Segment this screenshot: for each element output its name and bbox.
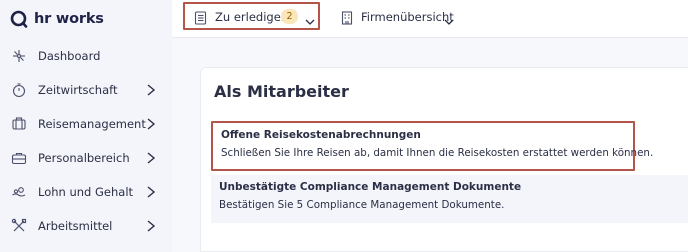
task-description: Schließen Sie Ihre Reisen ab, damit Ihne… bbox=[221, 147, 654, 159]
stopwatch-icon bbox=[11, 82, 27, 98]
company-overview-label: Firmenübersicht bbox=[361, 10, 454, 24]
sidebar-item-reisemanagement[interactable]: Reisemanagement bbox=[0, 107, 172, 141]
company-overview-button[interactable]: Firmenübersicht bbox=[339, 2, 469, 30]
top-bar: Zu erledigen 2 Firmenübersicht bbox=[172, 0, 688, 38]
sidebar-item-label: Personalbereich bbox=[38, 151, 130, 165]
task-item-travel-expenses[interactable]: Offene Reisekostenabrechnungen Schließen… bbox=[211, 121, 653, 171]
sidebar-item-label: Arbeitsmittel bbox=[38, 219, 113, 233]
chevron-down-icon bbox=[305, 12, 315, 25]
sidebar: hr works Dashboard Zeitwirtschaft Reisem… bbox=[0, 0, 172, 252]
task-title: Unbestätigte Compliance Management Dokum… bbox=[219, 181, 522, 193]
dashboard-icon bbox=[11, 48, 27, 64]
sidebar-item-label: Dashboard bbox=[38, 49, 101, 63]
briefcase-icon bbox=[11, 150, 27, 166]
task-title: Offene Reisekostenabrechnungen bbox=[221, 129, 421, 141]
tools-icon bbox=[11, 218, 27, 234]
chevron-right-icon bbox=[145, 151, 157, 165]
chevron-right-icon bbox=[145, 219, 157, 233]
money-icon bbox=[11, 184, 27, 200]
checklist-icon bbox=[194, 10, 207, 25]
sidebar-item-dashboard[interactable]: Dashboard bbox=[0, 39, 172, 73]
todo-label: Zu erledigen bbox=[215, 10, 289, 24]
sidebar-item-zeitwirtschaft[interactable]: Zeitwirtschaft bbox=[0, 73, 172, 107]
sidebar-item-lohn-und-gehalt[interactable]: Lohn und Gehalt bbox=[0, 175, 172, 209]
sidebar-item-arbeitsmittel[interactable]: Arbeitsmittel bbox=[0, 209, 172, 243]
task-item-compliance-documents[interactable]: Unbestätigte Compliance Management Dokum… bbox=[211, 175, 688, 223]
sidebar-item-label: Zeitwirtschaft bbox=[38, 83, 118, 97]
todo-dropdown-button[interactable]: Zu erledigen 2 bbox=[183, 2, 320, 30]
sidebar-item-label: Lohn und Gehalt bbox=[38, 185, 134, 199]
chevron-right-icon bbox=[145, 83, 157, 97]
chevron-right-icon bbox=[145, 117, 157, 131]
building-icon bbox=[341, 10, 353, 25]
logo-text: hr works bbox=[34, 11, 104, 27]
main-content: Als Mitarbeiter Offene Reisekostenabrech… bbox=[172, 38, 688, 252]
logo-mark-icon bbox=[10, 10, 28, 28]
hrworks-logo[interactable]: hr works bbox=[10, 9, 104, 29]
sidebar-item-label: Reisemanagement bbox=[38, 117, 146, 131]
employee-tasks-card: Als Mitarbeiter Offene Reisekostenabrech… bbox=[200, 67, 688, 252]
sidebar-item-personalbereich[interactable]: Personalbereich bbox=[0, 141, 172, 175]
chevron-down-icon bbox=[444, 12, 454, 25]
task-description: Bestätigen Sie 5 Compliance Management D… bbox=[219, 199, 505, 211]
section-title: Als Mitarbeiter bbox=[214, 82, 349, 101]
todo-count-badge: 2 bbox=[281, 9, 298, 24]
travel-icon bbox=[11, 116, 27, 132]
chevron-right-icon bbox=[145, 185, 157, 199]
